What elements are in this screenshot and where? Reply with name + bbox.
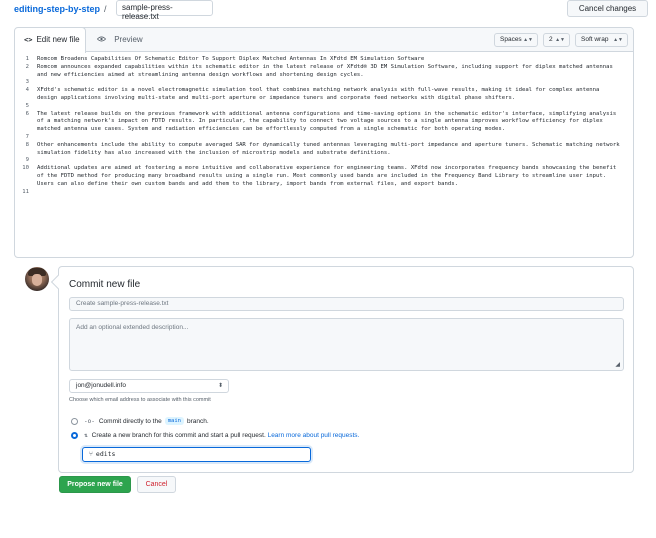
line-text bbox=[37, 157, 627, 165]
branch-name-value: edits bbox=[95, 450, 116, 458]
wrap-mode-select[interactable]: Soft wrap ▲▼ bbox=[575, 33, 628, 47]
line-text bbox=[37, 134, 627, 142]
line-text: Other enhancements include the ability t… bbox=[37, 141, 620, 156]
commit-direct-option[interactable]: -o- Commit directly to the main branch. bbox=[71, 417, 209, 425]
cancel-changes-button[interactable]: Cancel changes bbox=[567, 0, 648, 17]
line-text bbox=[37, 103, 627, 111]
indent-size-value: 2 bbox=[549, 36, 553, 43]
git-commit-icon: -o- bbox=[84, 417, 95, 425]
line-number: 11 bbox=[22, 188, 29, 195]
commit-summary-input[interactable]: Create sample-press-release.txt bbox=[69, 297, 624, 311]
code-line: 4 XFdtd's schematic editor is a novel ele… bbox=[15, 87, 633, 103]
line-text: The latest release builds on the previou… bbox=[37, 110, 617, 133]
commit-title: Commit new file bbox=[69, 279, 141, 290]
code-area[interactable]: 1 Romcom Broadens Capabilities Of Schemat… bbox=[15, 56, 633, 196]
line-number: 9 bbox=[25, 157, 29, 164]
git-branch-icon: ⑂ bbox=[89, 450, 93, 458]
description-placeholder: Add an optional extended description... bbox=[76, 324, 189, 331]
direct-suffix: branch. bbox=[186, 417, 209, 425]
line-number: 5 bbox=[25, 102, 29, 109]
tab-preview-label: Preview bbox=[114, 35, 143, 44]
tab-edit-new-file[interactable]: <> Edit new file bbox=[15, 28, 86, 53]
line-number: 3 bbox=[25, 79, 29, 86]
chevron-updown-icon: ▲▼ bbox=[523, 37, 533, 43]
line-number: 1 bbox=[25, 56, 29, 62]
resize-handle-icon[interactable]: ◢ bbox=[615, 361, 620, 368]
filename-input[interactable]: sample-press-release.txt bbox=[116, 0, 213, 21]
email-note: Choose which email address to associate … bbox=[69, 397, 211, 403]
branch-name-input[interactable]: ⑂ edits bbox=[82, 447, 311, 462]
new-branch-text: Create a new branch for this commit and … bbox=[91, 432, 266, 439]
wrap-mode-value: Soft wrap bbox=[581, 36, 609, 43]
line-text bbox=[37, 79, 627, 87]
code-line: 1 Romcom Broadens Capabilities Of Schemat… bbox=[15, 56, 633, 64]
line-number: 6 bbox=[25, 110, 29, 117]
chevron-updown-icon: ▲▼ bbox=[613, 37, 623, 43]
chevron-updown-icon: ▲▼ bbox=[555, 37, 565, 43]
editor-toolbar: <> Edit new file Preview Spaces ▲▼ 2 ▲▼ Sof… bbox=[15, 28, 633, 53]
code-line: 3 bbox=[15, 79, 633, 87]
tab-edit-label: Edit new file bbox=[36, 35, 80, 44]
main-branch-label: main bbox=[164, 417, 184, 425]
line-number: 7 bbox=[25, 133, 29, 140]
file-path-bar: editing-step-by-step / sample-press-rele… bbox=[14, 0, 648, 21]
line-number: 2 bbox=[25, 63, 29, 70]
code-icon: <> bbox=[24, 36, 33, 44]
line-text: XFdtd's schematic editor is a novel elec… bbox=[37, 87, 600, 101]
git-pull-request-icon: ⇅ bbox=[84, 432, 88, 439]
line-number: 4 bbox=[25, 87, 29, 94]
code-line: 2 Romcom announces expanded capabilities … bbox=[15, 64, 633, 80]
learn-more-link[interactable]: Learn more about pull requests. bbox=[268, 432, 360, 439]
line-text: Romcom announces expanded capabilities w… bbox=[37, 63, 613, 78]
avatar bbox=[25, 267, 49, 291]
file-editor: <> Edit new file Preview Spaces ▲▼ 2 ▲▼ Sof… bbox=[14, 27, 634, 258]
code-line: 10 Additional updates are aimed at foster… bbox=[15, 165, 633, 188]
commit-description-input[interactable]: Add an optional extended description... … bbox=[69, 318, 624, 371]
line-text: Romcom Broadens Capabilities Of Schemati… bbox=[37, 56, 425, 62]
commit-email-value: jon@jonudell.info bbox=[76, 382, 126, 389]
radio-commit-direct[interactable] bbox=[71, 417, 78, 425]
direct-prefix: Commit directly to the bbox=[98, 417, 162, 425]
tab-preview[interactable]: Preview bbox=[96, 28, 143, 52]
indent-mode-value: Spaces bbox=[500, 36, 522, 43]
code-line: 9 bbox=[15, 157, 633, 165]
code-line: 11 bbox=[15, 189, 633, 197]
line-text: Additional updates are aimed at fosterin… bbox=[37, 165, 617, 187]
line-text bbox=[37, 189, 627, 197]
repo-link[interactable]: editing-step-by-step bbox=[14, 4, 100, 14]
line-number: 10 bbox=[22, 165, 29, 172]
code-line: 6 The latest release builds on the previo… bbox=[15, 111, 633, 134]
path-separator: / bbox=[104, 4, 107, 14]
eye-icon bbox=[96, 36, 110, 44]
line-number: 8 bbox=[25, 141, 29, 148]
commit-new-branch-option[interactable]: ⇅ Create a new branch for this commit an… bbox=[71, 432, 359, 439]
indent-mode-select[interactable]: Spaces ▲▼ bbox=[494, 33, 538, 47]
code-line: 7 bbox=[15, 134, 633, 142]
code-line: 8 Other enhancements include the ability … bbox=[15, 142, 633, 158]
code-line: 5 bbox=[15, 103, 633, 111]
propose-new-file-button[interactable]: Propose new file bbox=[59, 476, 131, 493]
radio-new-branch[interactable] bbox=[71, 432, 78, 439]
cancel-button[interactable]: Cancel bbox=[137, 476, 176, 493]
commit-form: Commit new file Create sample-press-rele… bbox=[58, 266, 634, 473]
commit-email-select[interactable]: jon@jonudell.info ⬍ bbox=[69, 379, 229, 393]
chevron-updown-icon: ⬍ bbox=[217, 383, 223, 389]
indent-size-select[interactable]: 2 ▲▼ bbox=[543, 33, 570, 47]
